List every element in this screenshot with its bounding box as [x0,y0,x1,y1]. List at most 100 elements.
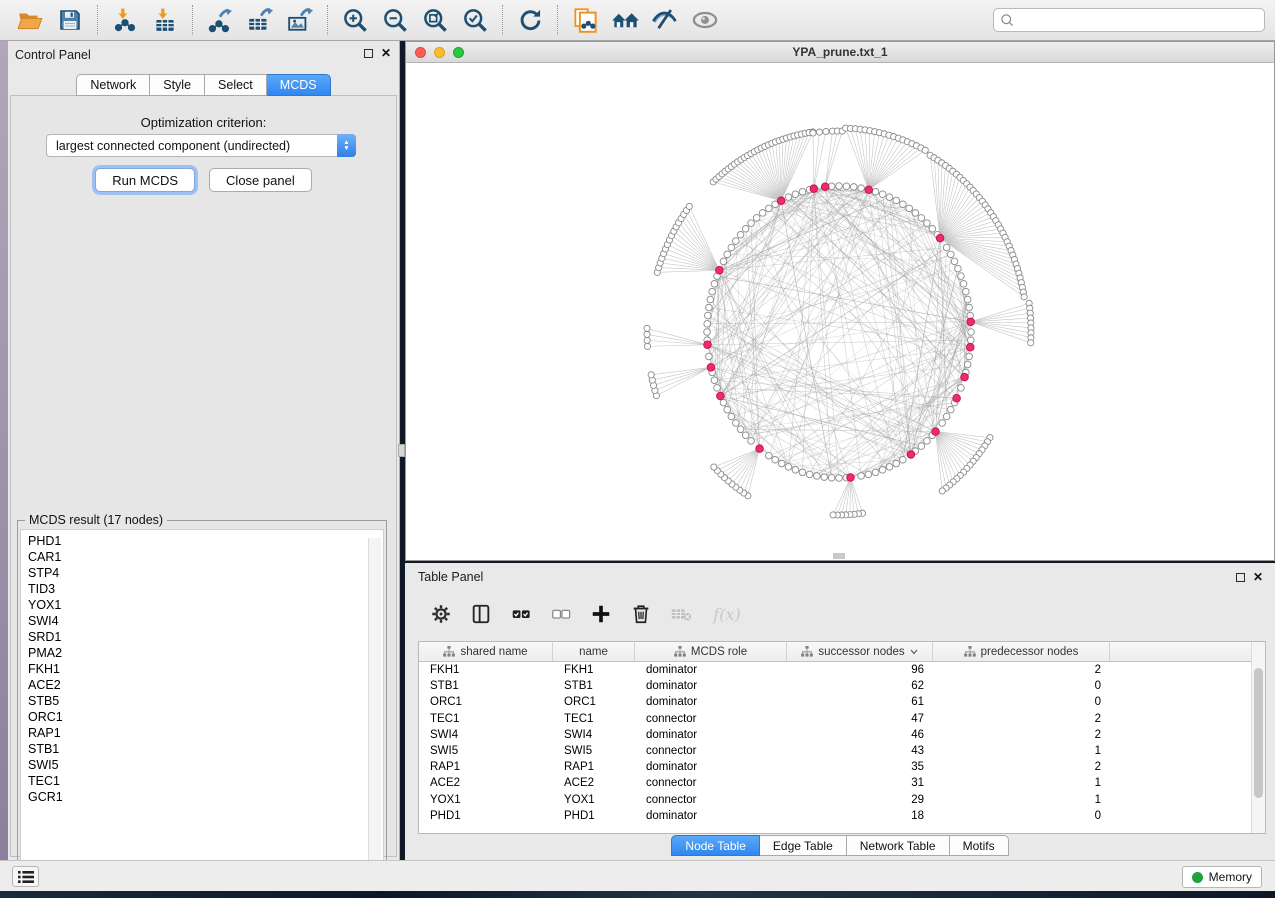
float-panel-icon[interactable] [364,49,373,58]
network-node[interactable] [732,420,739,427]
network-node[interactable] [705,312,712,319]
cell-successor_nodes[interactable]: 61 [787,696,933,708]
network-node[interactable] [728,413,735,420]
cell-successor_nodes[interactable]: 31 [787,777,933,789]
cell-successor_nodes[interactable]: 35 [787,761,933,773]
network-node[interactable] [814,473,821,480]
network-node[interactable] [836,475,843,482]
network-node[interactable] [964,296,971,303]
mcds-result-item[interactable]: PMA2 [28,645,383,661]
network-node[interactable] [966,304,973,311]
tab-edge-table[interactable]: Edge Table [760,835,847,856]
dominator-node[interactable] [821,183,829,191]
cell-mcds_role[interactable]: connector [635,713,787,725]
cell-shared_name[interactable]: SWI4 [419,729,553,741]
table-row[interactable]: YOX1YOX1connector291 [419,792,1265,808]
network-node[interactable] [858,473,865,480]
export-network-icon[interactable] [200,4,240,36]
table-scrollbar-thumb[interactable] [1254,668,1263,798]
window-zoom-icon[interactable] [453,47,464,58]
network-node[interactable] [966,353,973,360]
network-node[interactable] [821,474,828,481]
network-node[interactable] [799,188,806,195]
dominator-node[interactable] [756,445,764,453]
cell-mcds_role[interactable]: dominator [635,680,787,692]
network-node[interactable] [792,191,799,198]
cell-mcds_role[interactable]: dominator [635,810,787,822]
network-canvas[interactable] [406,63,1274,560]
table-scrollbar[interactable] [1251,642,1265,833]
cell-name[interactable]: ACE2 [553,777,635,789]
mcds-result-item[interactable]: STP4 [28,565,383,581]
cell-name[interactable]: TEC1 [553,713,635,725]
network-node[interactable] [968,329,975,336]
deselect-all-icon[interactable] [547,599,575,629]
cell-name[interactable]: STB1 [553,680,635,692]
mcds-list-scrollbar[interactable] [368,538,381,885]
network-hscroll-thumb[interactable] [833,553,845,559]
hide-selected-icon[interactable] [645,4,685,36]
add-column-icon[interactable] [587,599,615,629]
network-node[interactable] [865,471,872,478]
share-document-icon[interactable] [565,4,605,36]
cell-successor_nodes[interactable]: 43 [787,745,933,757]
task-history-icon[interactable] [12,866,39,887]
network-node[interactable] [711,280,718,287]
column-header-name[interactable]: name [553,642,635,661]
network-node[interactable] [900,456,907,463]
network-node[interactable] [753,215,760,222]
cell-mcds_role[interactable]: connector [635,777,787,789]
cell-shared_name[interactable]: YOX1 [419,794,553,806]
cell-shared_name[interactable]: ACE2 [419,777,553,789]
table-row[interactable]: SWI5SWI5connector431 [419,743,1265,759]
network-node[interactable] [728,244,735,251]
column-header-successor-nodes[interactable]: successor nodes [787,642,933,661]
cell-successor_nodes[interactable]: 29 [787,794,933,806]
search-input[interactable] [1015,13,1258,27]
mcds-result-item[interactable]: ACE2 [28,677,383,693]
mcds-result-item[interactable]: CAR1 [28,549,383,565]
network-node[interactable] [924,438,931,445]
network-node[interactable] [967,337,974,344]
dominator-node[interactable] [707,364,715,372]
mcds-result-item[interactable]: YOX1 [28,597,383,613]
network-node[interactable] [893,197,900,204]
network-node[interactable] [929,225,936,232]
dominator-node[interactable] [716,266,724,274]
table-row[interactable]: PHD1PHD1dominator180 [419,808,1265,824]
network-node[interactable] [879,467,886,474]
dominator-node[interactable] [717,392,725,400]
export-image-icon[interactable] [280,4,320,36]
cell-predecessor_nodes[interactable]: 1 [933,777,1110,789]
table-row[interactable]: STB1STB1dominator620 [419,678,1265,694]
home-icon[interactable] [605,4,645,36]
network-node[interactable] [748,438,755,445]
table-row[interactable]: RAP1RAP1dominator352 [419,759,1265,775]
cell-predecessor_nodes[interactable]: 0 [933,810,1110,822]
cell-predecessor_nodes[interactable]: 2 [933,664,1110,676]
column-header-shared-name[interactable]: shared name [419,642,553,661]
network-node[interactable] [943,244,950,251]
cell-mcds_role[interactable]: dominator [635,664,787,676]
network-node[interactable] [724,406,731,413]
network-node[interactable] [765,452,772,459]
mcds-result-item[interactable]: TID3 [28,581,383,597]
close-table-panel-icon[interactable]: ✕ [1253,572,1263,582]
cell-shared_name[interactable]: PHD1 [419,810,553,822]
cell-predecessor_nodes[interactable]: 2 [933,761,1110,773]
cell-name[interactable]: ORC1 [553,696,635,708]
network-node[interactable] [772,456,779,463]
mcds-result-item[interactable]: STB5 [28,693,383,709]
network-node[interactable] [737,426,744,433]
cell-successor_nodes[interactable]: 47 [787,713,933,725]
network-node[interactable] [711,377,718,384]
cell-name[interactable]: SWI5 [553,745,635,757]
tab-network-table[interactable]: Network Table [847,835,950,856]
panel-divider-grip[interactable] [398,444,405,457]
dominator-node[interactable] [907,451,915,459]
network-node[interactable] [706,353,713,360]
dominator-node[interactable] [967,318,975,326]
cell-shared_name[interactable]: STB1 [419,680,553,692]
mcds-result-item[interactable]: RAP1 [28,725,383,741]
mcds-result-item[interactable]: STB1 [28,741,383,757]
